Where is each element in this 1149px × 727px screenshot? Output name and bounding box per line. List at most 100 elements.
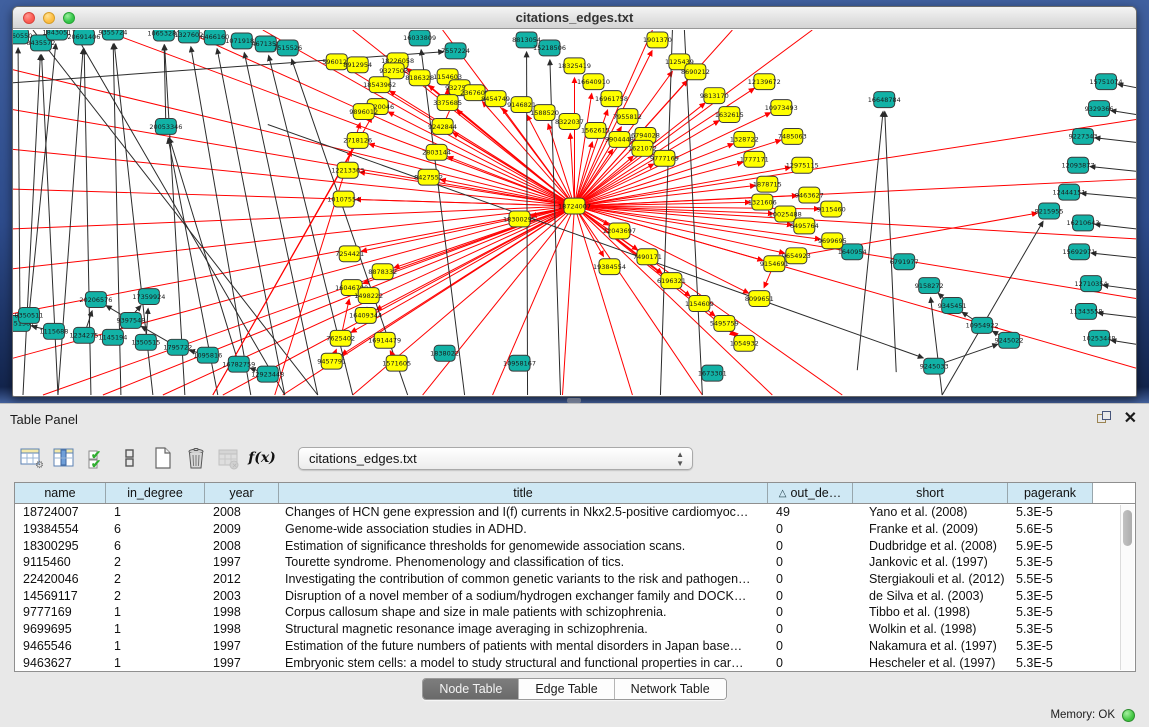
graph-node[interactable]: 7955812 (613, 109, 642, 125)
graph-node[interactable]: 8454749 (481, 91, 510, 107)
table-cell[interactable]: 1 (106, 505, 205, 519)
column-header-out_de[interactable]: △out_de… (768, 483, 853, 503)
table-row[interactable]: 946362711997Embryonic stem cells: a mode… (15, 654, 1135, 671)
table-cell[interactable]: 1 (106, 622, 205, 636)
window-titlebar[interactable]: citations_edges.txt (13, 7, 1136, 29)
table-cell[interactable]: 5.3E-5 (1008, 656, 1093, 670)
table-row[interactable]: 2242004622012Investigating the contribut… (15, 571, 1135, 588)
table-cell[interactable]: 18300295 (15, 539, 106, 553)
graph-node[interactable]: 7254421 (335, 246, 364, 262)
graph-node[interactable]: 6196321 (657, 273, 686, 289)
table-cell[interactable]: Wolkin et al. (1998) (853, 622, 1008, 636)
table-scrollbar-thumb[interactable] (1123, 510, 1132, 546)
table-cell[interactable]: 0 (768, 539, 853, 553)
table-cell[interactable]: 5.3E-5 (1008, 639, 1093, 653)
table-cell[interactable]: 5.3E-5 (1008, 505, 1093, 519)
graph-node[interactable]: 1562615 (581, 122, 610, 138)
graph-node[interactable]: 9457791 (317, 353, 346, 369)
graph-node[interactable]: 7557224 (441, 43, 470, 59)
graph-node[interactable]: 1328722 (730, 131, 759, 147)
graph-node[interactable]: 9355724 (98, 30, 127, 40)
table-cell[interactable]: 49 (768, 505, 853, 519)
graph-node[interactable]: 8690212 (681, 64, 710, 80)
graph-node[interactable]: 1095816 (193, 347, 222, 363)
graph-node[interactable]: 1838022 (430, 345, 459, 361)
graph-node[interactable]: 20053346 (149, 119, 182, 135)
graph-node[interactable]: 9463627 (795, 187, 824, 203)
table-cell[interactable]: 2 (106, 555, 205, 569)
graph-node[interactable]: 9654923 (782, 248, 811, 264)
graph-node[interactable]: 17359924 (132, 289, 165, 305)
table-cell[interactable]: 0 (768, 572, 853, 586)
graph-node[interactable]: 1621072 (628, 140, 657, 156)
graph-node[interactable]: 11343558 (1070, 304, 1103, 320)
graph-node[interactable]: 15692971 (1063, 244, 1096, 260)
table-cell[interactable]: 5.3E-5 (1008, 622, 1093, 636)
table-cell[interactable]: 5.3E-5 (1008, 589, 1093, 603)
graph-node[interactable]: 9245033 (920, 358, 949, 374)
graph-node[interactable]: 9242844 (428, 119, 457, 135)
graph-node[interactable]: 1350515 (131, 334, 160, 350)
column-header-title[interactable]: title (279, 483, 768, 503)
graph-node[interactable]: 9158272 (915, 278, 944, 294)
graph-node[interactable]: 9154691 (760, 256, 789, 272)
graph-node[interactable]: 1588520 (530, 105, 559, 121)
table-cell[interactable]: Nakamura et al. (1997) (853, 639, 1008, 653)
column-header-pagerank[interactable]: pagerank (1008, 483, 1093, 503)
graph-node[interactable]: 1054932 (730, 335, 759, 351)
table-row[interactable]: 1938455462009Genome-wide association stu… (15, 521, 1135, 538)
graph-node[interactable]: 1632615 (715, 107, 744, 123)
graph-node[interactable]: 19384554 (593, 259, 626, 275)
table-cell[interactable]: 9777169 (15, 605, 106, 619)
graph-node[interactable]: 7490171 (633, 249, 662, 265)
graph-node[interactable]: 9345451 (938, 298, 967, 314)
column-header-short[interactable]: short (853, 483, 1008, 503)
graph-node[interactable]: 9146821 (507, 97, 536, 113)
table-cell[interactable]: 0 (768, 522, 853, 536)
table-cell[interactable]: 22420046 (15, 572, 106, 586)
table-row[interactable]: 977716911998Corpus callosum shape and si… (15, 604, 1135, 621)
graph-node[interactable]: 1327602 (174, 30, 203, 43)
graph-node[interactable]: 9329366 (1085, 101, 1114, 117)
graph-node[interactable]: 8099651 (745, 291, 774, 307)
graph-node[interactable]: 6791977 (890, 254, 919, 270)
graph-node[interactable]: 3375685 (433, 95, 462, 111)
graph-node[interactable]: 18325419 (558, 58, 591, 74)
graph-node[interactable]: 1498222 (354, 288, 383, 304)
table-cell[interactable]: Tibbo et al. (1998) (853, 605, 1008, 619)
table-cell[interactable]: 2008 (205, 539, 279, 553)
table-row[interactable]: 1456911722003Disruption of a novel membe… (15, 587, 1135, 604)
table-cell[interactable]: Yano et al. (2008) (853, 505, 1008, 519)
graph-node[interactable]: 8813054 (512, 32, 541, 48)
table-cell[interactable]: 18724007 (15, 505, 106, 519)
graph-node[interactable]: 8878332 (368, 264, 397, 280)
table-cell[interactable]: 19384554 (15, 522, 106, 536)
column-header-in_degree[interactable]: in_degree (106, 483, 205, 503)
graph-node[interactable]: 9699695 (818, 233, 847, 249)
table-cell[interactable]: Embryonic stem cells: a model to study s… (279, 656, 768, 670)
graph-node[interactable]: 6466160 (200, 30, 229, 45)
table-cell[interactable]: Genome-wide association studies in ADHD. (279, 522, 768, 536)
table-cell[interactable]: Franke et al. (2009) (853, 522, 1008, 536)
graph-node[interactable]: 10719185 (225, 33, 258, 49)
graph-node[interactable]: 15751074 (1090, 74, 1123, 90)
graph-node[interactable]: 16648784 (868, 92, 901, 108)
table-cell[interactable]: 1997 (205, 639, 279, 653)
graph-node[interactable]: 2803144 (422, 144, 451, 160)
table-cell[interactable]: Investigating the contribution of common… (279, 572, 768, 586)
table-cell[interactable]: Structural magnetic resonance image aver… (279, 622, 768, 636)
table-cell[interactable]: 2 (106, 572, 205, 586)
column-header-name[interactable]: name (15, 483, 106, 503)
graph-node[interactable]: 16640910 (577, 74, 610, 90)
table-row[interactable]: 1830029562008Estimation of significance … (15, 537, 1135, 554)
graph-node[interactable]: 4671358 (251, 36, 280, 52)
graph-node[interactable]: 5495759 (710, 315, 739, 331)
delete-column-button[interactable] (183, 445, 209, 471)
graph-node[interactable]: 7485063 (778, 128, 807, 144)
table-selector-dropdown[interactable]: citations_edges.txt ▲▼ (298, 447, 693, 470)
graph-node[interactable]: 12975115 (786, 157, 819, 173)
graph-node[interactable]: 9777169 (650, 150, 679, 166)
table-cell[interactable]: 9463627 (15, 656, 106, 670)
table-row[interactable]: 1872400712008Changes of HCN gene express… (15, 504, 1135, 521)
graph-node[interactable]: 9245022 (995, 332, 1024, 348)
